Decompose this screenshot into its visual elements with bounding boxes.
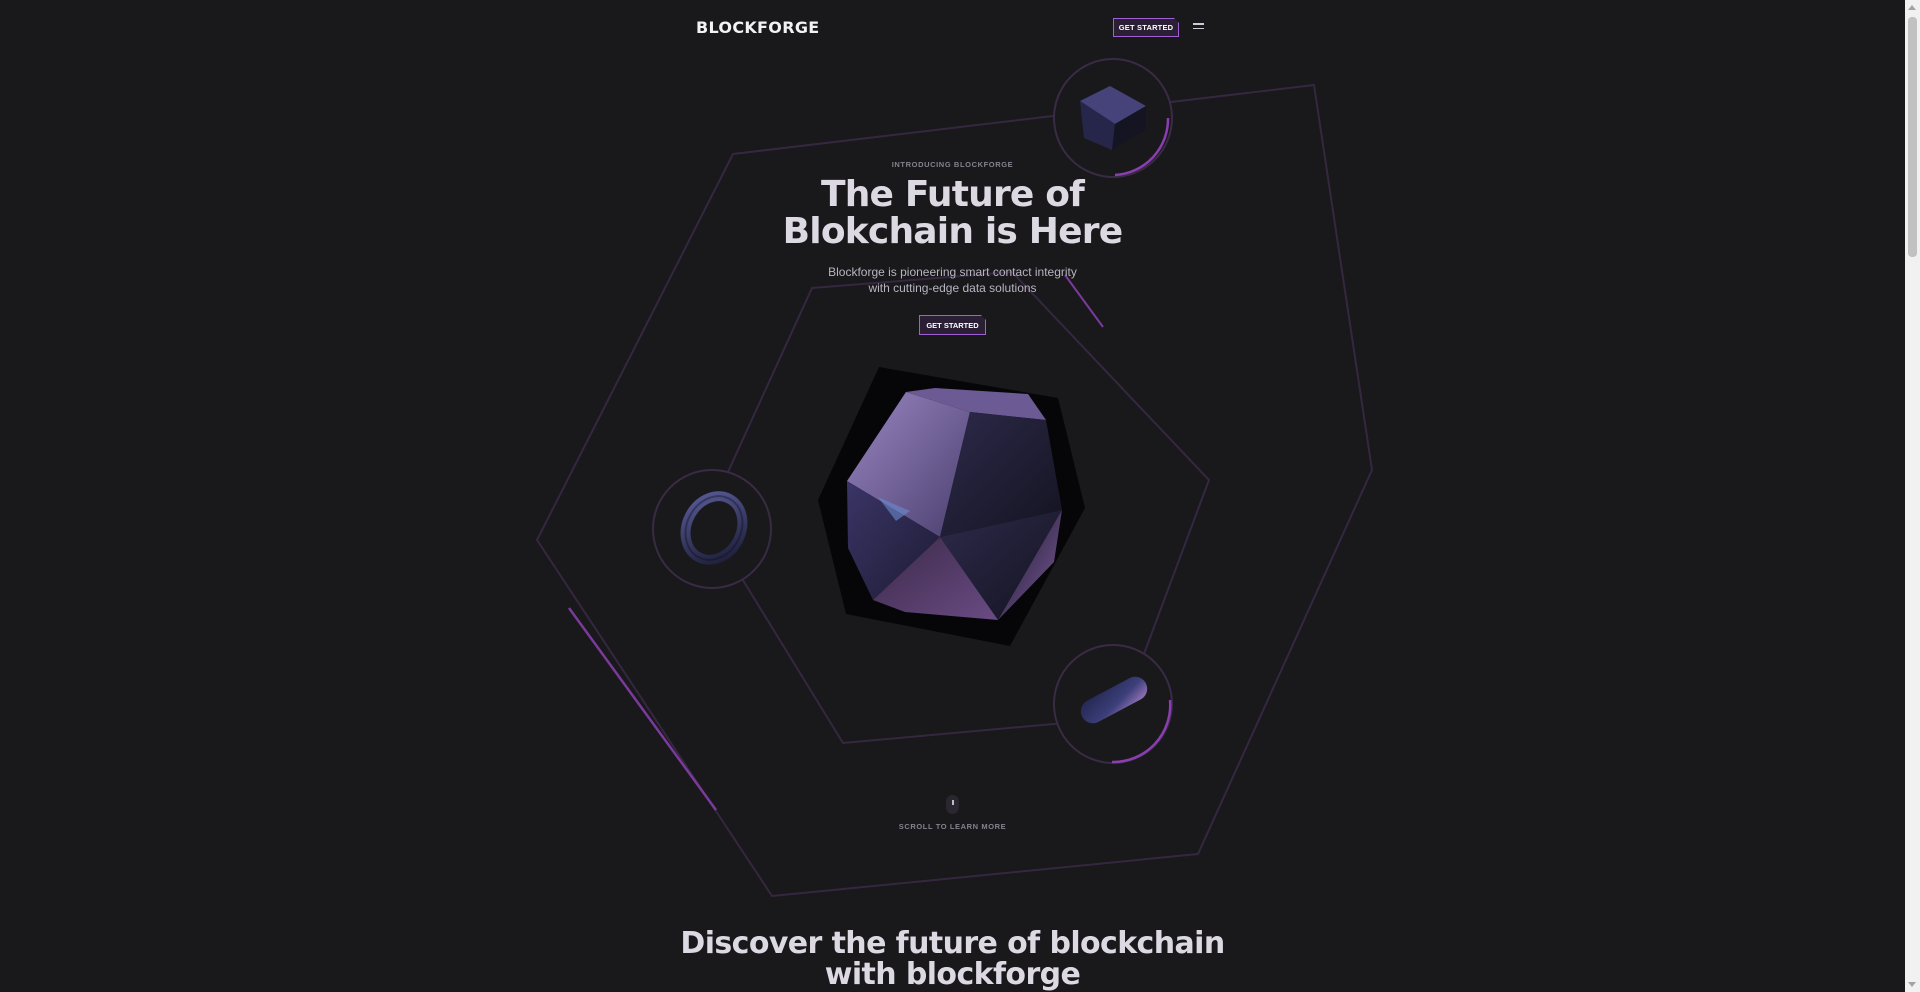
hero-get-started-button[interactable]: GET STARTED	[919, 315, 986, 335]
page-scrollbar[interactable]	[1905, 0, 1920, 992]
scroll-down-arrow-icon[interactable]	[1908, 982, 1916, 987]
hero-eyebrow: INTRODUCING BLOCKFORGE	[891, 160, 1014, 169]
orbit-node-left	[652, 469, 772, 589]
brand-logo[interactable]: BLOCKFORGE	[696, 18, 819, 37]
icosahedron-3d-icon	[818, 367, 1085, 646]
hero-subtitle-line2: with cutting-edge data solutions	[868, 281, 1037, 295]
landing-page: BLOCKFORGE GET STARTED INTRODUCING BLOCK…	[0, 0, 1920, 992]
hero-title-line2: Blokchain is Here	[782, 211, 1123, 252]
hero-subtitle-line1: Blockforge is pioneering smart contact i…	[828, 265, 1077, 279]
scroll-to-learn-more[interactable]: SCROLL TO LEARN MORE	[0, 822, 1905, 831]
scroll-up-arrow-icon[interactable]	[1908, 5, 1916, 10]
hero-title-line1: The Future of	[820, 174, 1085, 215]
section-title: Discover the future of blockchain with b…	[0, 928, 1905, 990]
nav-get-started-button[interactable]: GET STARTED	[1113, 18, 1179, 37]
section-title-line1: Discover the future of blockchain	[680, 926, 1225, 961]
hero-background-graphic	[536, 58, 1373, 897]
mouse-icon[interactable]	[946, 795, 959, 814]
section-title-line2: with blockforge	[824, 957, 1081, 992]
hero-subtitle: Blockforge is pioneering smart contact i…	[0, 264, 1905, 296]
hero-title: The Future of Blokchain is Here	[0, 176, 1905, 250]
hamburger-menu-icon[interactable]	[1193, 23, 1204, 30]
scrollbar-thumb[interactable]	[1908, 17, 1917, 257]
